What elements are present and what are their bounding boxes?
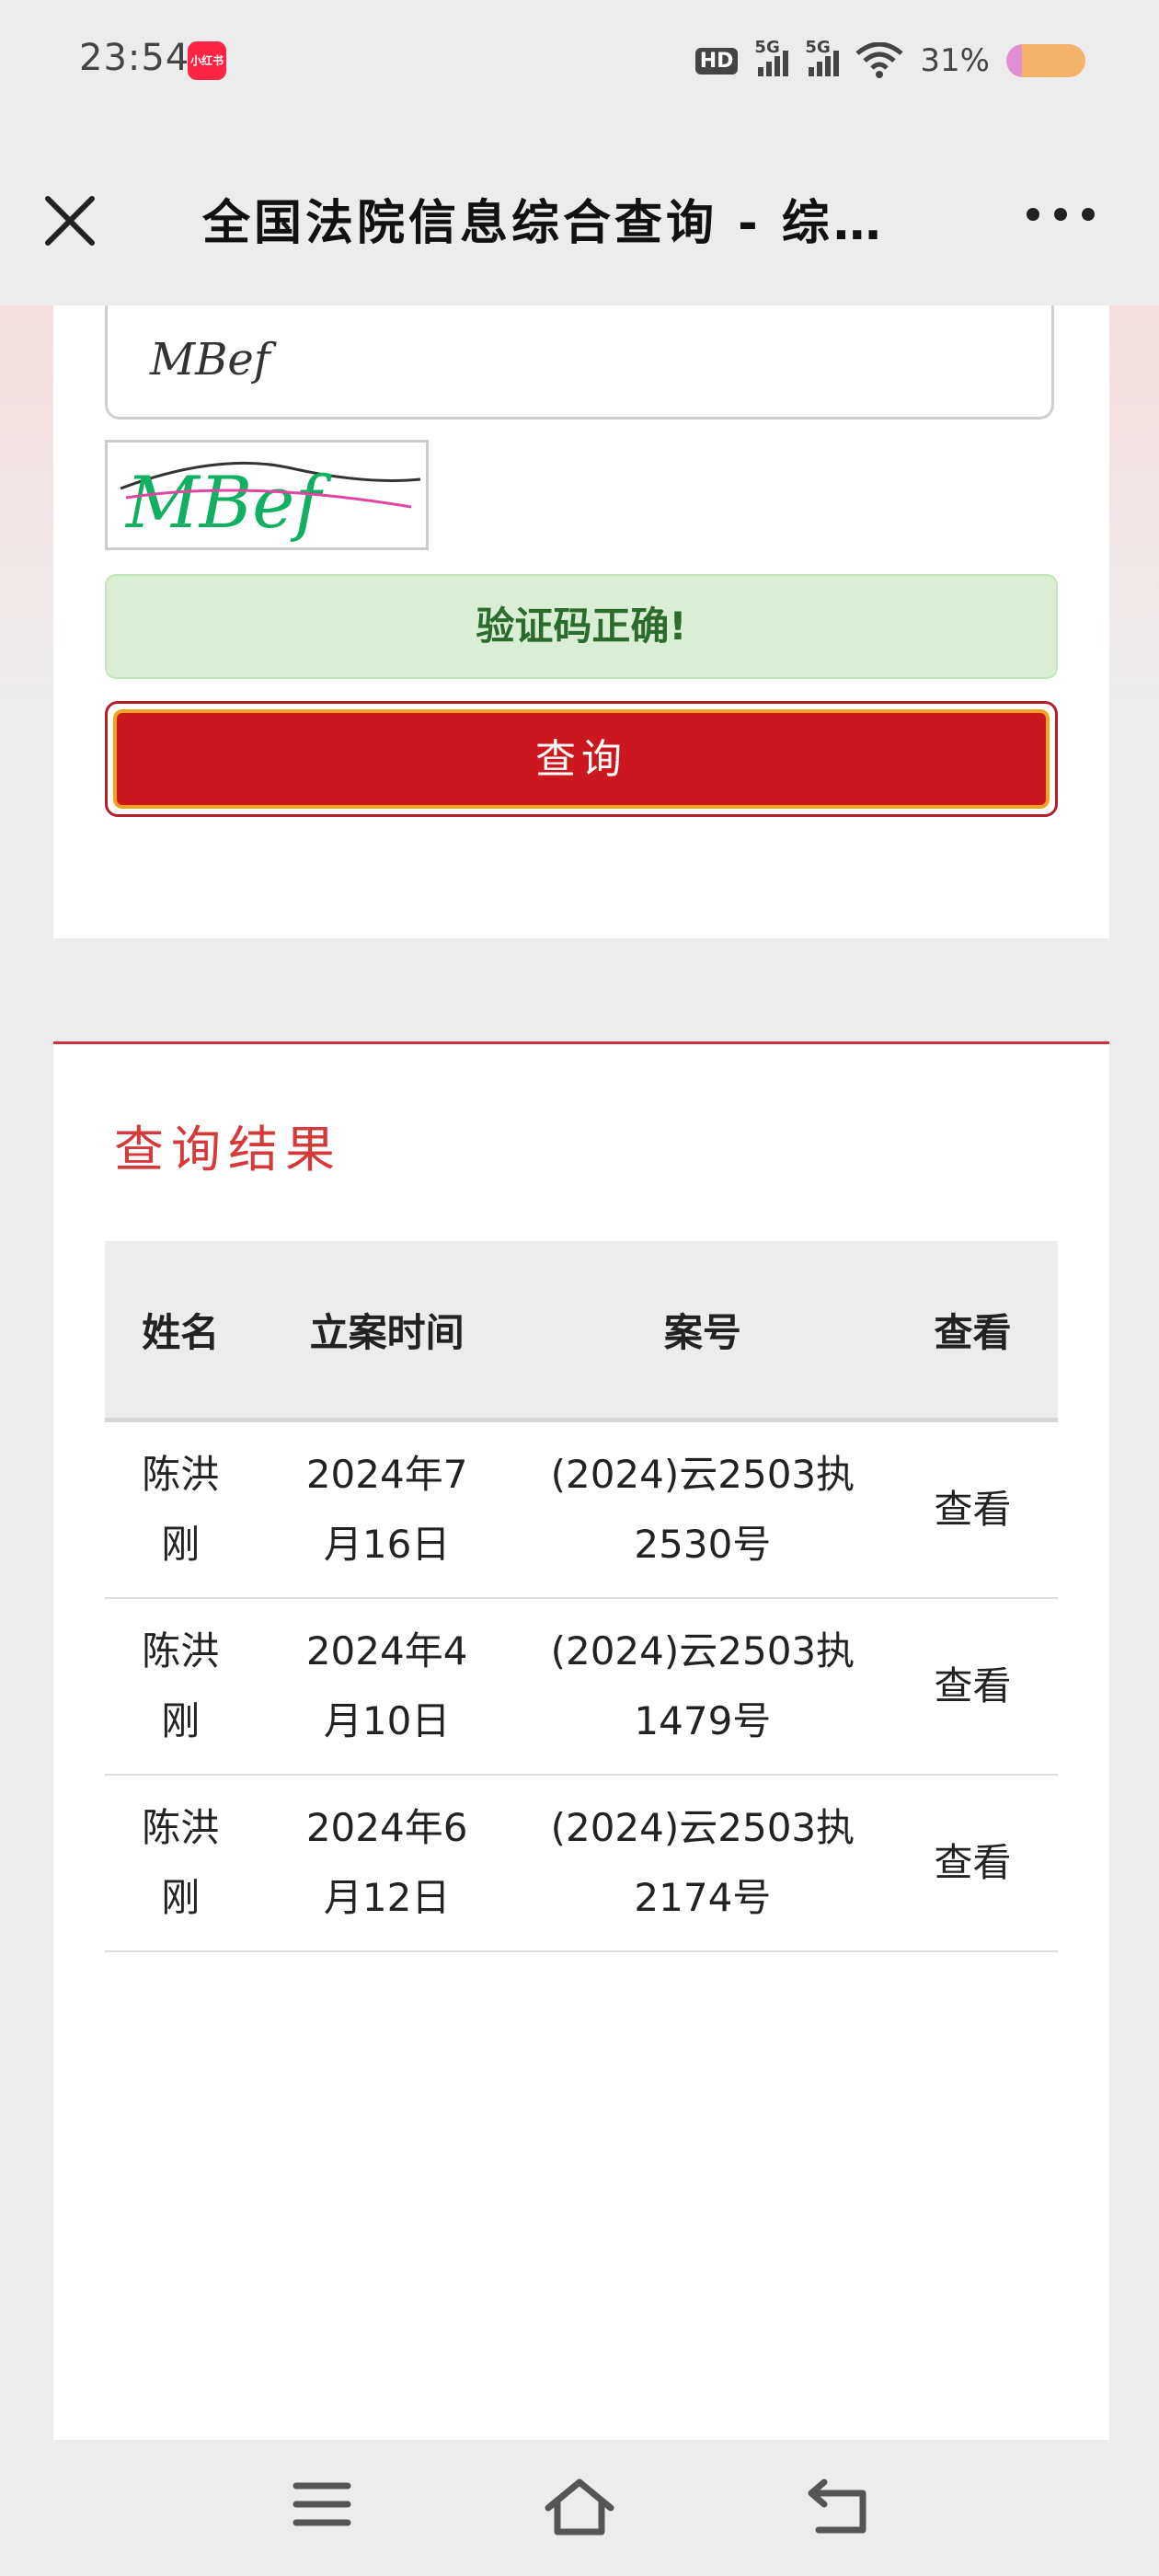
more-icon[interactable] bbox=[1027, 208, 1095, 221]
header-name: 姓名 bbox=[105, 1241, 257, 1422]
status-indicators: HD 5G 5G 31% bbox=[694, 33, 1085, 88]
captcha-image[interactable]: MBef bbox=[105, 440, 429, 550]
background-decoration bbox=[0, 305, 53, 719]
cell-date: 2024年7月16日 bbox=[256, 1420, 518, 1599]
cell-name: 陈洪刚 bbox=[105, 1598, 257, 1776]
cell-date: 2024年4月10日 bbox=[256, 1598, 518, 1776]
view-link[interactable]: 查看 bbox=[888, 1775, 1058, 1952]
background-decoration bbox=[1109, 305, 1159, 719]
cell-name: 陈洪刚 bbox=[105, 1775, 257, 1952]
battery-percent: 31% bbox=[920, 42, 990, 79]
table-row: 陈洪刚 2024年6月12日 (2024)云2503执2174号 查看 bbox=[105, 1775, 1058, 1952]
wifi-icon bbox=[855, 42, 904, 78]
xiaohongshu-app-icon: 小红书 bbox=[188, 41, 226, 80]
cell-date: 2024年6月12日 bbox=[256, 1775, 518, 1952]
view-link[interactable]: 查看 bbox=[888, 1420, 1058, 1599]
cell-case-number: (2024)云2503执1479号 bbox=[517, 1598, 889, 1776]
cell-case-number: (2024)云2503执2174号 bbox=[517, 1775, 889, 1952]
cell-case-number: (2024)云2503执2530号 bbox=[517, 1420, 889, 1599]
captcha-input[interactable]: MBef bbox=[105, 305, 1054, 420]
table-row: 陈洪刚 2024年4月10日 (2024)云2503执1479号 查看 bbox=[105, 1598, 1058, 1776]
header-case-number: 案号 bbox=[517, 1241, 889, 1422]
header-view: 查看 bbox=[888, 1241, 1058, 1422]
results-table: 姓名 立案时间 案号 查看 陈洪刚 2024年7月16日 (2024)云2503… bbox=[105, 1241, 1058, 1952]
table-header-row: 姓名 立案时间 案号 查看 bbox=[105, 1241, 1058, 1422]
results-title: 查询结果 bbox=[114, 1121, 342, 1179]
signal-icon: 5G bbox=[805, 38, 840, 76]
query-button-label: 查询 bbox=[113, 709, 1050, 809]
query-button[interactable]: 查询 bbox=[105, 701, 1058, 817]
menu-icon[interactable] bbox=[293, 2477, 351, 2532]
back-icon[interactable] bbox=[806, 2477, 870, 2536]
captcha-success-message: 验证码正确! bbox=[105, 574, 1058, 679]
home-icon[interactable] bbox=[543, 2477, 616, 2537]
header-date: 立案时间 bbox=[256, 1241, 518, 1422]
cell-name: 陈洪刚 bbox=[105, 1420, 257, 1599]
hd-icon: HD bbox=[694, 47, 739, 75]
battery-icon bbox=[1006, 44, 1085, 77]
captcha-char: MBef bbox=[124, 462, 332, 545]
results-card: 查询结果 姓名 立案时间 案号 查看 陈洪刚 2024年7月16日 (2024)… bbox=[53, 1041, 1109, 2443]
view-link[interactable]: 查看 bbox=[888, 1598, 1058, 1776]
status-bar: 23:54 小红书 HD 5G 5G 31% bbox=[0, 0, 1159, 120]
query-form-card: MBef MBef 验证码正确! 查询 bbox=[53, 305, 1109, 938]
system-nav-bar bbox=[0, 2440, 1159, 2576]
table-row: 陈洪刚 2024年7月16日 (2024)云2503执2530号 查看 bbox=[105, 1420, 1058, 1599]
status-time: 23:54 bbox=[79, 37, 190, 79]
captcha-graphic: MBef bbox=[120, 461, 421, 545]
page-title: 全国法院信息综合查询 - 综… bbox=[202, 196, 885, 251]
close-icon[interactable] bbox=[44, 195, 96, 247]
signal-icon: 5G bbox=[754, 38, 789, 76]
